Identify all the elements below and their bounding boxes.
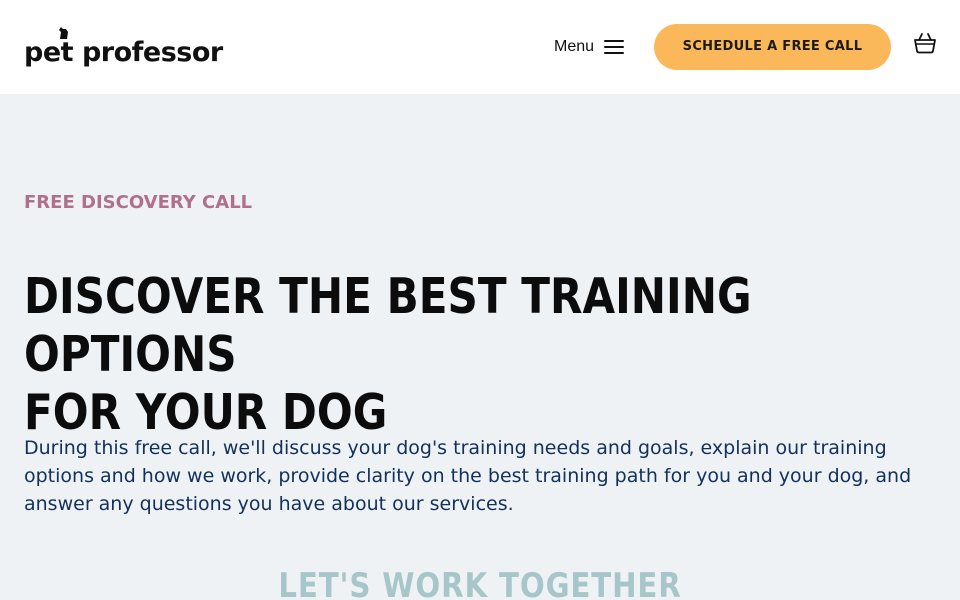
hamburger-icon bbox=[604, 40, 625, 54]
eyebrow-label: FREE DISCOVERY CALL bbox=[24, 192, 253, 213]
site-logo[interactable]: pet professor bbox=[24, 27, 223, 68]
section-heading: LET'S WORK TOGETHER bbox=[278, 566, 682, 600]
intro-paragraph: During this free call, we'll discuss you… bbox=[24, 437, 912, 515]
logo-text: pet professor bbox=[24, 37, 223, 68]
menu-label: Menu bbox=[554, 38, 595, 55]
site-header: pet professor Menu SCHEDULE A FREE CALL bbox=[0, 0, 960, 94]
page-title-line-1: DISCOVER THE BEST TRAINING OPTIONS bbox=[24, 268, 752, 383]
schedule-free-call-button[interactable]: SCHEDULE A FREE CALL bbox=[654, 24, 891, 70]
cart-icon[interactable] bbox=[913, 32, 937, 54]
page-title: DISCOVER THE BEST TRAINING OPTIONS FOR Y… bbox=[24, 268, 936, 442]
page-title-line-2: FOR YOUR DOG bbox=[24, 384, 388, 441]
menu-button[interactable]: Menu bbox=[554, 35, 625, 59]
dog-logo-icon bbox=[59, 27, 68, 39]
